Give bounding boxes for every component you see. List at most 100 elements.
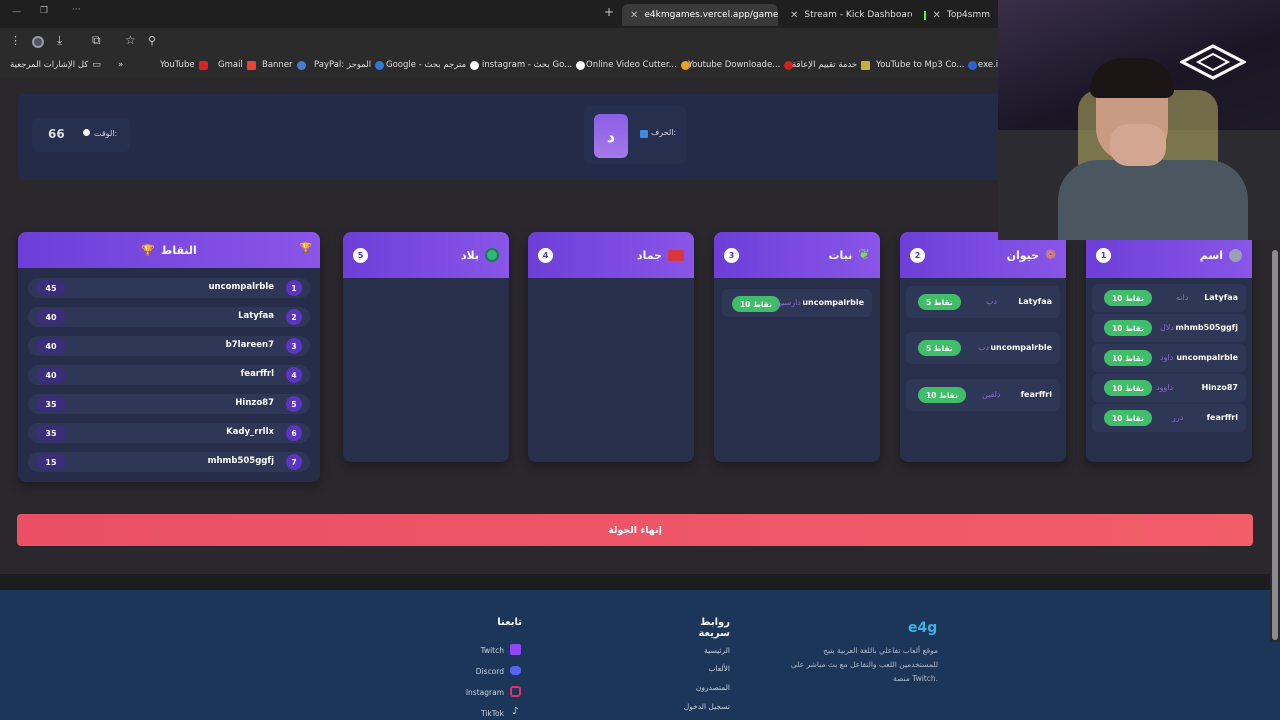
footer-link-home[interactable]: الرئيسية (650, 646, 730, 655)
answer-row: 10 نقاط دانه Latyfaa (1092, 284, 1246, 312)
category-card-plants: 3 نبات ❦ 10 نقاط دارسين uncompalrble (714, 232, 880, 462)
bookmark-banner[interactable]: Banner (262, 60, 306, 70)
footer-description-3: منصة Twitch. (893, 674, 938, 683)
site-footer: e4g موقع ألعاب تفاعلي باللغة العربية يتي… (0, 590, 1280, 720)
letter-box: د الحرف: (584, 106, 686, 164)
toolbox-icon (668, 249, 684, 261)
scores-panel: 🏆 النقاط 🏆 45 uncompalrble 1 40 Latyfaa 2 40 b… (18, 232, 320, 482)
extensions-icon[interactable]: ⧉ (92, 33, 101, 48)
profile-icon[interactable] (32, 36, 44, 48)
clock-icon (83, 129, 90, 136)
divider (0, 574, 1280, 590)
close-icon[interactable]: ✕ (790, 10, 798, 21)
new-tab-icon[interactable]: + (604, 5, 614, 19)
twitch-icon (510, 644, 521, 655)
quick-links-title: روابط سريعة (698, 617, 730, 639)
social-instagram[interactable]: Instagram (440, 688, 504, 697)
end-round-button[interactable]: إنهاء الجولة (17, 514, 1253, 546)
disability-icon (861, 60, 871, 70)
bookmark-yt-downloader[interactable]: Youtube Downloade... (688, 60, 794, 70)
score-row: 40 b7lareen7 3 (28, 336, 310, 356)
category-card-names: 1 اسم 10 نقاط دانه Latyfaa 10 نقاط دلال mhmb5… (1086, 232, 1252, 462)
footer-link-login[interactable]: تسجيل الدخول (650, 702, 730, 711)
logo-icon (1180, 44, 1246, 80)
kick-icon (924, 10, 927, 20)
bookmark-instagram[interactable]: instagram - بحث Go... (482, 60, 586, 70)
score-row: 40 Latyfaa 2 (28, 307, 310, 327)
trophy-icon: 🏆 (141, 243, 155, 257)
timer-label: الوقت: (94, 129, 118, 138)
paw-icon: ❁ (1045, 247, 1056, 263)
google-icon (576, 60, 586, 70)
star-icon[interactable]: ☆ (125, 33, 136, 47)
bookmark-all[interactable]: كل الإشارات المرجعية ▭ (10, 60, 101, 70)
minimize-icon[interactable]: — (12, 7, 21, 17)
timer-value: 66 (48, 127, 65, 141)
bookmarks-overflow-icon[interactable]: » (118, 60, 123, 70)
score-row: 35 Kady_rrllx 6 (28, 423, 310, 443)
footer-description-1: موقع ألعاب تفاعلي باللغة العربية يتيح (823, 646, 938, 655)
score-row: 35 Hinzo87 5 (28, 394, 310, 414)
leaf-icon: ❦ (858, 247, 870, 263)
round-info-card: 66 الوقت: د الحرف: (18, 94, 1018, 180)
answer-row: 10 نقاط داود uncompalrble (1092, 344, 1246, 372)
bookmark-youtube[interactable]: YouTube (160, 60, 208, 70)
restore-icon[interactable]: ❐ (40, 6, 48, 16)
social-twitch[interactable]: Twitch (440, 646, 504, 655)
download-icon[interactable]: ⤓ (57, 33, 62, 48)
social-tiktok[interactable]: TikTok (440, 709, 504, 718)
answer-row: 10 نقاط داوود Hinzo87 (1092, 374, 1246, 402)
bookmark-mp3[interactable]: YouTube to Mp3 Co... (876, 60, 978, 70)
score-row: 45 uncompalrble 1 (28, 278, 310, 298)
discord-icon (510, 666, 521, 675)
letter-icon (640, 130, 648, 138)
follow-title: تابعنا (497, 617, 522, 628)
score-row: 40 fearffrl 4 (28, 365, 310, 385)
person-icon (1229, 248, 1242, 262)
gmail-icon (246, 60, 256, 70)
tiktok-icon: ♪ (512, 706, 519, 717)
answer-row: 10 نقاط دلال mhmb505ggfj (1092, 314, 1246, 342)
bookmark-paypal[interactable]: PayPal: الموجز (314, 60, 385, 70)
answer-row: 5 نقاط دب uncompalrble (906, 332, 1060, 364)
timer-box: 66 الوقت: (32, 118, 130, 152)
banner-icon (296, 60, 306, 70)
bookmark-gmail[interactable]: Gmail (218, 60, 256, 70)
webcam-overlay (998, 0, 1280, 240)
bookmark-disability[interactable]: خدمة تقييم الإعاقة (792, 60, 871, 70)
youtube-icon (198, 60, 208, 70)
current-letter: د (594, 114, 628, 158)
instagram-icon (510, 686, 521, 697)
bookmark-video-cutter[interactable]: Online Video Cutter... (586, 60, 690, 70)
category-card-objects: 4 جماد (528, 232, 694, 462)
globe-icon (485, 248, 499, 262)
social-discord[interactable]: Discord (440, 667, 504, 676)
mp3-icon (968, 60, 978, 70)
scores-header: 🏆 النقاط 🏆 (18, 232, 320, 268)
footer-link-games[interactable]: الألعاب (650, 664, 730, 673)
footer-brand: e4g (908, 620, 938, 636)
category-card-countries: 5 بلاد (343, 232, 509, 462)
tab-top4smm[interactable]: ✕ Top4smm (916, 4, 998, 26)
letter-label: الحرف: (651, 128, 677, 137)
paypal-icon (375, 60, 385, 70)
answer-row: 10 نقاط دلفين fearffrl (906, 379, 1060, 411)
menu-icon[interactable]: ⋮ (10, 34, 21, 47)
scores-title: النقاط (160, 243, 197, 257)
footer-link-leaderboard[interactable]: المتصدرون (650, 683, 730, 692)
zoom-icon[interactable]: ⚲ (148, 34, 156, 47)
scrollbar[interactable] (1270, 240, 1280, 642)
close-icon[interactable]: ✕ (932, 10, 940, 21)
google-icon (470, 60, 480, 70)
category-card-animals: 2 حيوان ❁ 5 نقاط دب Latyfaa 5 نقاط دب unco… (900, 232, 1066, 462)
more-icon[interactable]: ··· (72, 5, 81, 15)
answer-row: 5 نقاط دب Latyfaa (906, 286, 1060, 318)
footer-description-2: للمستخدمين اللعب والتفاعل مع بث مباشر عل… (790, 660, 938, 669)
score-row: 15 mhmb505ggfj 7 (28, 452, 310, 472)
trophy-icon: 🏆 (299, 243, 312, 254)
bookmark-translate[interactable]: Google - مترجم بحث (386, 60, 480, 70)
tab-kick[interactable]: ✕ Stream - Kick Dashboard (782, 4, 912, 26)
answer-row: 10 نقاط درر fearffrl (1092, 404, 1246, 432)
tab-games[interactable]: ✕ e4kmgames.vercel.app/games/ (622, 4, 778, 26)
close-icon[interactable]: ✕ (630, 10, 638, 21)
